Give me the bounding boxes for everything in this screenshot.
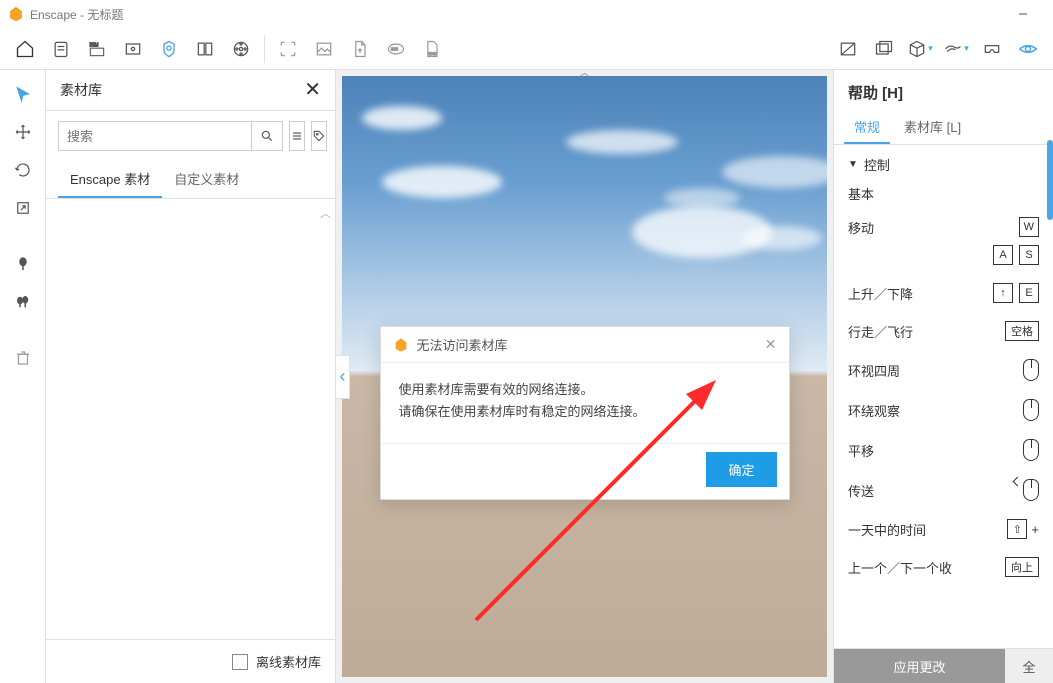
main-area: 素材库 ✕ Enscape 素材 自定义素材 ︿ 离线素材库 ︿ ‹ xyxy=(0,70,1053,683)
move-tool[interactable] xyxy=(5,114,41,150)
dialog-close-button[interactable]: ✕ xyxy=(765,336,777,353)
search-button[interactable] xyxy=(251,121,283,151)
video-button[interactable] xyxy=(224,32,258,66)
minimize-button[interactable] xyxy=(1001,0,1045,28)
asset-search-input[interactable] xyxy=(58,121,251,151)
no-image-button[interactable] xyxy=(831,32,865,66)
asset-panel-title: 素材库 xyxy=(60,80,102,100)
wing-button[interactable]: ▾ xyxy=(939,32,973,66)
cube-button[interactable]: ▾ xyxy=(903,32,937,66)
offline-checkbox[interactable] xyxy=(232,654,248,670)
mouse-icon xyxy=(1023,439,1039,461)
svg-text:EXE: EXE xyxy=(429,51,437,55)
dialog-line1: 使用素材库需要有效的网络连接。 xyxy=(399,379,771,401)
dialog-title: 无法访问素材库 xyxy=(417,335,508,354)
export-button[interactable] xyxy=(343,32,377,66)
tag-button[interactable] xyxy=(311,121,327,151)
error-dialog: 无法访问素材库 ✕ 使用素材库需要有效的网络连接。 请确保在使用素材库时有稳定的… xyxy=(380,326,790,500)
help-section-control[interactable]: ▼ 控制 xyxy=(848,155,1039,174)
help-row-look: 环视四周 xyxy=(848,361,900,380)
rotate-tool[interactable] xyxy=(5,152,41,188)
help-row-pan: 平移 xyxy=(848,441,874,460)
asset-library-panel: 素材库 ✕ Enscape 素材 自定义素材 ︿ 离线素材库 xyxy=(46,70,336,683)
dialog-logo-icon xyxy=(393,337,409,353)
help-row-orbit: 环绕观察 xyxy=(848,401,900,420)
visual-settings-button[interactable] xyxy=(152,32,186,66)
bim-button[interactable]: BIM xyxy=(80,32,114,66)
tab-enscape-assets[interactable]: Enscape 素材 xyxy=(58,161,162,198)
help-row-prevnext: 上一个／下一个收 xyxy=(848,558,952,577)
vr-button[interactable] xyxy=(975,32,1009,66)
help-panel: 帮助 [H] 常规 素材库 [L] ▼ 控制 基本 移动 W AS 上升／下降 … xyxy=(833,70,1053,683)
viewport[interactable]: ︿ ‹ 无法访问素材库 ✕ 使用素材库需要有效的网络连接。 请确保在使用素材库时… xyxy=(336,70,833,683)
help-body: ▼ 控制 基本 移动 W AS 上升／下降 ↑E 行走／飞行 空格 环视四周 环… xyxy=(834,145,1053,648)
clipboard-button[interactable] xyxy=(44,32,78,66)
list-view-button[interactable] xyxy=(289,121,305,151)
dialog-line2: 请确保在使用素材库时有稳定的网络连接。 xyxy=(399,401,771,423)
asset-panel-close-button[interactable]: ✕ xyxy=(304,80,321,100)
scale-tool[interactable] xyxy=(5,190,41,226)
image-button[interactable] xyxy=(307,32,341,66)
asset-tabs: Enscape 素材 自定义素材 xyxy=(46,161,335,199)
screenshot-button[interactable] xyxy=(271,32,305,66)
help-subhead-basic: 基本 xyxy=(848,184,1039,203)
window-title: Enscape - 无标题 xyxy=(30,6,123,23)
dialog-body: 使用素材库需要有效的网络连接。 请确保在使用素材库时有稳定的网络连接。 xyxy=(381,363,789,443)
help-row-timeofday: 一天中的时间 xyxy=(848,520,926,539)
mouse-double-icon xyxy=(1023,479,1039,501)
offline-label: 离线素材库 xyxy=(256,652,321,671)
gallery-button[interactable] xyxy=(867,32,901,66)
main-toolbar: BIM 360 EXE ▾ ▾ xyxy=(0,28,1053,70)
home-button[interactable] xyxy=(8,32,42,66)
eye-toggle-button[interactable] xyxy=(1011,32,1045,66)
view-manage-button[interactable] xyxy=(116,32,150,66)
right-scrollbar[interactable] xyxy=(1047,140,1053,220)
help-row-teleport: 传送 xyxy=(848,481,874,500)
help-title: 帮助 [H] xyxy=(834,70,1053,111)
help-row-walkfly: 行走／飞行 xyxy=(848,322,913,341)
asset-list-area: ︿ xyxy=(46,199,335,639)
mouse-icon xyxy=(1023,359,1039,381)
help-tabs: 常规 素材库 [L] xyxy=(834,111,1053,145)
tab-custom-assets[interactable]: 自定义素材 xyxy=(162,161,251,198)
exe-export-button[interactable]: EXE xyxy=(415,32,449,66)
svg-text:360: 360 xyxy=(391,46,399,51)
asset-library-button[interactable] xyxy=(188,32,222,66)
collapse-left-handle[interactable]: ‹ xyxy=(336,355,350,399)
all-button[interactable]: 全 xyxy=(1005,649,1053,683)
mouse-icon xyxy=(1023,399,1039,421)
dialog-ok-button[interactable]: 确定 xyxy=(706,452,776,487)
caret-down-icon: ▼ xyxy=(848,159,858,170)
scroll-up-icon: ︿ xyxy=(320,205,331,221)
apply-changes-button[interactable]: 应用更改 xyxy=(834,649,1005,683)
single-tree-tool[interactable] xyxy=(5,246,41,282)
left-toolbar xyxy=(0,70,46,683)
help-footer: 应用更改 全 xyxy=(834,648,1053,683)
delete-tool[interactable] xyxy=(5,340,41,376)
help-row-updown: 上升／下降 xyxy=(848,284,913,303)
svg-text:BIM: BIM xyxy=(90,42,99,48)
app-logo-icon xyxy=(8,6,24,22)
select-tool[interactable] xyxy=(5,76,41,112)
help-row-move: 移动 xyxy=(848,218,874,237)
multi-tree-tool[interactable] xyxy=(5,284,41,320)
help-tab-general[interactable]: 常规 xyxy=(844,111,890,144)
titlebar: Enscape - 无标题 xyxy=(0,0,1053,28)
expand-top-handle[interactable]: ︿ xyxy=(579,64,590,80)
help-tab-assets[interactable]: 素材库 [L] xyxy=(894,111,971,144)
panorama-button[interactable]: 360 xyxy=(379,32,413,66)
